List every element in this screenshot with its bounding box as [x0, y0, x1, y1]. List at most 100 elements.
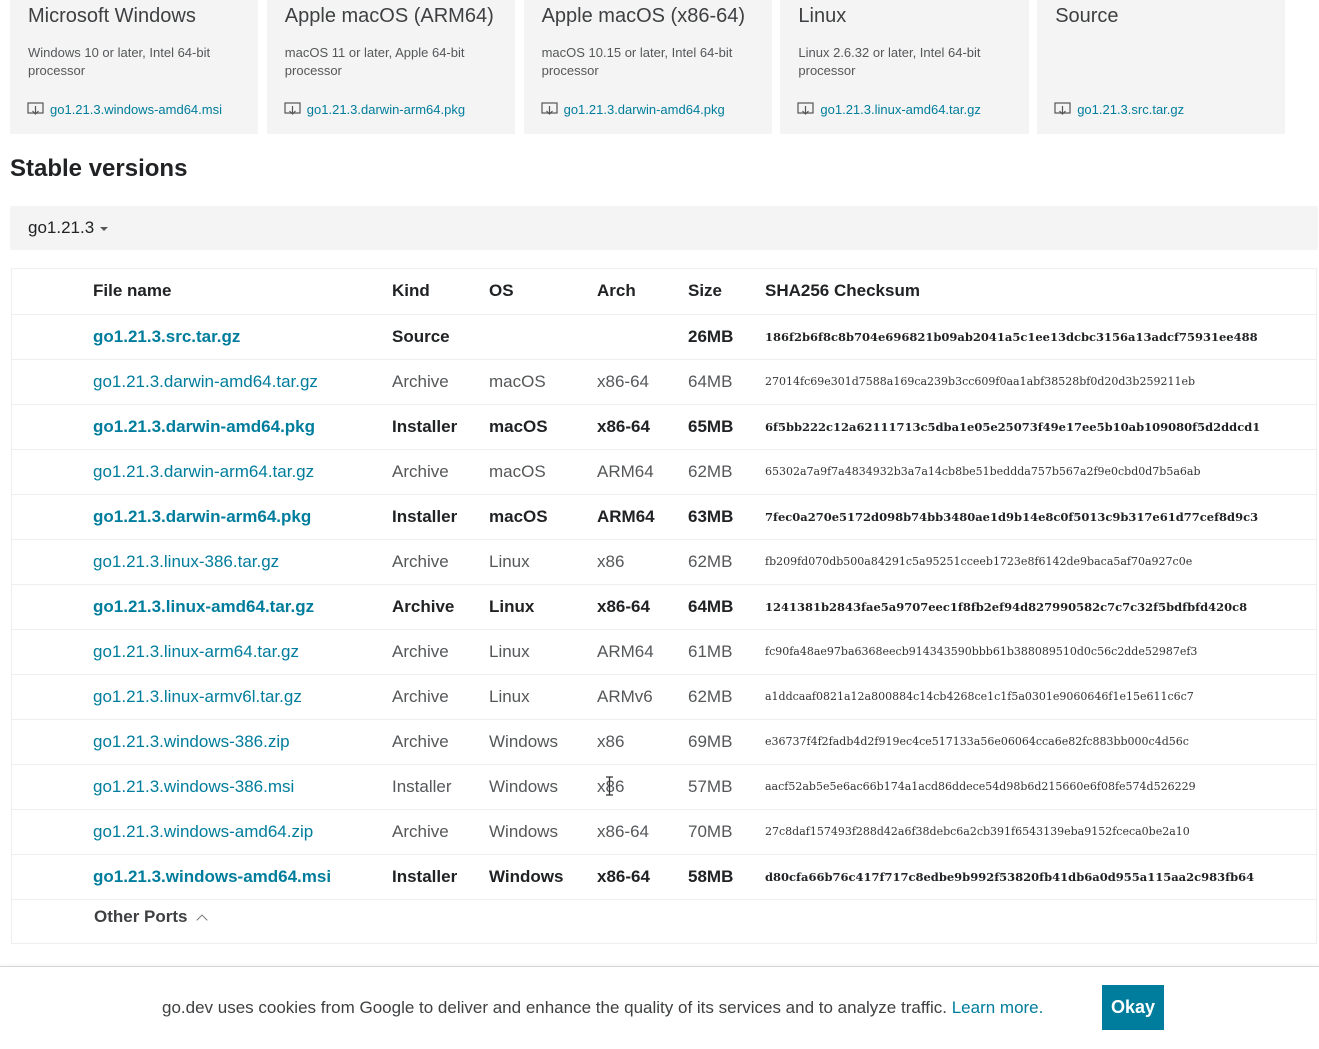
other-ports-toggle[interactable]: Other Ports: [94, 907, 208, 927]
card-download-filename[interactable]: go1.21.3.darwin-amd64.pkg: [564, 102, 725, 117]
table-row: go1.21.3.darwin-amd64.tar.gz Archive macOS…: [12, 359, 1316, 404]
card-download-link[interactable]: go1.21.3.darwin-amd64.pkg: [540, 102, 725, 117]
table-row: go1.21.3.darwin-arm64.tar.gz Archive macOS…: [12, 449, 1316, 494]
card-download-filename[interactable]: go1.21.3.darwin-arm64.pkg: [307, 102, 465, 117]
size-cell: 64MB: [688, 371, 733, 391]
download-file-link[interactable]: go1.21.3.windows-amd64.zip: [93, 822, 313, 841]
table-row: go1.21.3.darwin-amd64.pkg Installer macOS x…: [12, 404, 1316, 449]
caret-down-icon[interactable]: [100, 227, 109, 231]
kind-cell: Archive: [392, 551, 449, 571]
file-name-cell: go1.21.3.windows-386.zip: [12, 719, 392, 764]
other-ports-label[interactable]: Other Ports: [94, 907, 188, 927]
size-cell: 63MB: [688, 506, 734, 526]
kind-cell: Installer: [392, 506, 458, 526]
version-selector[interactable]: go1.21.3: [28, 218, 109, 238]
card-download-link[interactable]: go1.21.3.darwin-arm64.pkg: [284, 102, 465, 117]
featured-card-macos-arm64[interactable]: Apple macOS (ARM64) macOS 11 or later, A…: [266, 0, 516, 134]
card-description: macOS 10.15 or later, Intel 64-bit proce…: [541, 45, 733, 78]
card-title: Microsoft Windows: [28, 5, 196, 27]
size-cell: 57MB: [688, 776, 733, 796]
cookie-notice: go.dev uses cookies from Google to deliv…: [162, 998, 1043, 1018]
size-cell: 61MB: [688, 641, 733, 661]
table-row: go1.21.3.src.tar.gz Source 26MB 186f2b6f8c8…: [12, 314, 1316, 359]
download-file-link[interactable]: go1.21.3.linux-arm64.tar.gz: [93, 642, 299, 661]
section-title: Stable versions: [10, 155, 188, 182]
kind-cell: Installer: [392, 416, 458, 436]
chevron-up-icon[interactable]: [195, 913, 208, 926]
arch-cell: ARMv6: [597, 686, 653, 706]
file-name-cell: go1.21.3.darwin-arm64.pkg: [12, 494, 392, 539]
file-name-cell: go1.21.3.linux-386.tar.gz: [12, 539, 392, 584]
header-os: OS: [489, 281, 514, 301]
os-cell: Windows: [489, 776, 558, 796]
table-row: go1.21.3.windows-386.zip Archive Windows x8…: [12, 719, 1316, 764]
download-file-link[interactable]: go1.21.3.src.tar.gz: [93, 327, 240, 346]
kind-cell: Installer: [392, 776, 452, 796]
okay-button[interactable]: Okay: [1102, 985, 1164, 1030]
os-cell: Linux: [489, 686, 530, 706]
arch-cell: x86: [597, 731, 625, 751]
file-name-cell: go1.21.3.darwin-amd64.tar.gz: [12, 359, 392, 404]
checksum-cell: 7fec0a270e5172d098b74bb3480ae1d9b14e8c0f…: [765, 509, 1259, 524]
os-cell: macOS: [489, 461, 546, 481]
file-name-cell: go1.21.3.linux-amd64.tar.gz: [12, 584, 392, 629]
kind-cell: Installer: [392, 866, 458, 886]
card-download-filename[interactable]: go1.21.3.linux-amd64.tar.gz: [820, 102, 980, 117]
kind-cell: Source: [392, 326, 450, 346]
card-download-filename[interactable]: go1.21.3.src.tar.gz: [1077, 102, 1184, 117]
card-download-filename[interactable]: go1.21.3.windows-amd64.msi: [50, 102, 222, 117]
arch-cell: ARM64: [597, 641, 654, 661]
file-name-cell: go1.21.3.windows-amd64.msi: [12, 854, 392, 899]
os-cell: Linux: [489, 551, 530, 571]
kind-cell: Archive: [392, 596, 455, 616]
download-file-link[interactable]: go1.21.3.windows-386.msi: [93, 777, 294, 796]
download-file-link[interactable]: go1.21.3.linux-amd64.tar.gz: [93, 597, 314, 616]
file-name-cell: go1.21.3.windows-386.msi: [12, 764, 392, 809]
kind-cell: Archive: [392, 641, 449, 661]
os-cell: [489, 314, 597, 359]
checksum-cell: fc90fa48ae97ba6368eecb914343590bbb61b388…: [765, 645, 1198, 658]
featured-card-windows[interactable]: Microsoft Windows Windows 10 or later, I…: [10, 0, 259, 134]
download-file-link[interactable]: go1.21.3.darwin-amd64.pkg: [93, 417, 315, 436]
table-row: go1.21.3.linux-arm64.tar.gz Archive Linux A…: [12, 629, 1316, 674]
download-icon: [797, 102, 814, 115]
table-row: go1.21.3.linux-amd64.tar.gz Archive Linux x…: [12, 584, 1316, 629]
featured-card-macos-x86-64[interactable]: Apple macOS (x86-64) macOS 10.15 or late…: [523, 0, 772, 134]
arch-cell: ARM64: [597, 461, 654, 481]
featured-card-linux[interactable]: Linux Linux 2.6.32 or later, Intel 64-bi…: [780, 0, 1029, 134]
arch-cell: x86-64: [597, 866, 650, 886]
text-cursor-icon: [606, 776, 613, 796]
version-label[interactable]: go1.21.3: [28, 218, 94, 238]
downloads-table-container: File name Kind OS Arch Size SHA256 Check…: [11, 268, 1317, 944]
download-file-link[interactable]: go1.21.3.linux-386.tar.gz: [93, 552, 279, 571]
file-name-cell: go1.21.3.linux-arm64.tar.gz: [12, 629, 392, 674]
kind-cell: Archive: [392, 821, 449, 841]
download-file-link[interactable]: go1.21.3.linux-armv6l.tar.gz: [93, 687, 302, 706]
header-checksum: SHA256 Checksum: [765, 281, 920, 301]
os-cell: macOS: [489, 371, 546, 391]
arch-cell: x86: [597, 551, 625, 571]
size-cell: 65MB: [688, 416, 734, 436]
cookie-notice-text: go.dev uses cookies from Google to deliv…: [162, 998, 947, 1017]
download-file-link[interactable]: go1.21.3.windows-386.zip: [93, 732, 290, 751]
size-cell: 64MB: [688, 596, 734, 616]
checksum-cell: fb209fd070db500a84291c5a95251cceeb1723e8…: [765, 555, 1193, 568]
checksum-cell: aacf52ab5e5e6ac66b174a1acd86ddece54d98b6…: [765, 780, 1196, 793]
download-icon: [540, 102, 558, 115]
card-title: Linux: [798, 5, 847, 27]
download-file-link[interactable]: go1.21.3.darwin-amd64.tar.gz: [93, 372, 318, 391]
download-file-link[interactable]: go1.21.3.darwin-arm64.pkg: [93, 507, 311, 526]
card-title: Apple macOS (x86-64): [541, 5, 746, 27]
download-file-link[interactable]: go1.21.3.darwin-arm64.tar.gz: [93, 462, 314, 481]
kind-cell: Archive: [392, 731, 449, 751]
card-download-link[interactable]: go1.21.3.windows-amd64.msi: [27, 102, 222, 117]
size-cell: 62MB: [688, 461, 733, 481]
card-download-link[interactable]: go1.21.3.src.tar.gz: [1054, 102, 1184, 117]
download-file-link[interactable]: go1.21.3.windows-amd64.msi: [93, 867, 331, 886]
featured-card-source[interactable]: Source go1.21.3.src.tar.gz: [1037, 0, 1286, 134]
learn-more-link[interactable]: Learn more.: [952, 998, 1044, 1017]
table-row: go1.21.3.linux-armv6l.tar.gz Archive Linux…: [12, 674, 1316, 719]
card-download-link[interactable]: go1.21.3.linux-amd64.tar.gz: [797, 102, 981, 117]
file-name-cell: go1.21.3.src.tar.gz: [12, 314, 392, 359]
file-name-cell: go1.21.3.linux-armv6l.tar.gz: [12, 674, 392, 719]
